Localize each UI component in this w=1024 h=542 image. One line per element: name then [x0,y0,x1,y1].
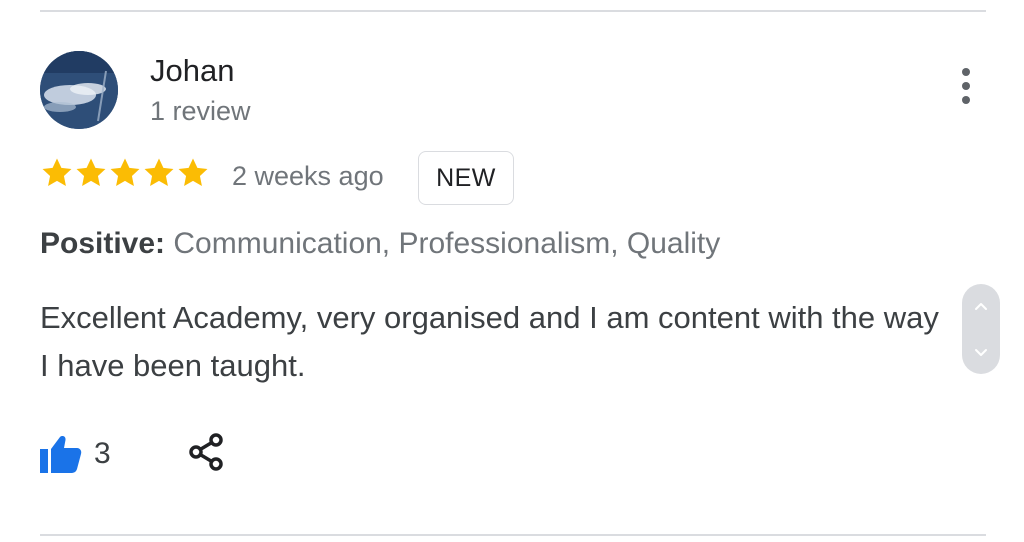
new-badge: NEW [418,151,514,205]
like-button[interactable]: 3 [40,432,111,476]
star-icon [178,158,208,187]
star-rating [40,156,210,196]
star-icon [110,158,140,187]
thumbs-up-icon [40,436,82,473]
avatar[interactable] [40,51,118,129]
top-divider [40,10,986,12]
chevron-down-icon[interactable] [973,344,989,360]
reviewer-name[interactable]: Johan [150,52,234,90]
star-icon [42,158,72,187]
like-count: 3 [94,437,111,470]
more-vert-icon-dot [962,96,970,104]
more-options-button[interactable] [948,64,984,108]
more-vert-icon [962,68,970,76]
review-time: 2 weeks ago [232,161,384,191]
scroll-control[interactable] [962,284,1000,374]
share-icon [189,433,223,471]
star-icon [144,158,174,187]
bottom-divider [40,534,986,536]
avatar-photo [40,51,118,129]
attribute-label: Positive: [40,227,166,260]
chevron-up-icon[interactable] [973,299,989,315]
star-icon [76,158,106,187]
attribute-values: Communication, Professionalism, Quality [173,227,721,260]
more-vert-icon-dot [962,82,970,90]
attribute-summary: Positive: Communication, Professionalism… [40,224,720,264]
reviewer-review-count: 1 review [150,96,251,126]
review-text: Excellent Academy, very organised and I … [40,300,939,383]
share-button[interactable] [186,432,226,472]
